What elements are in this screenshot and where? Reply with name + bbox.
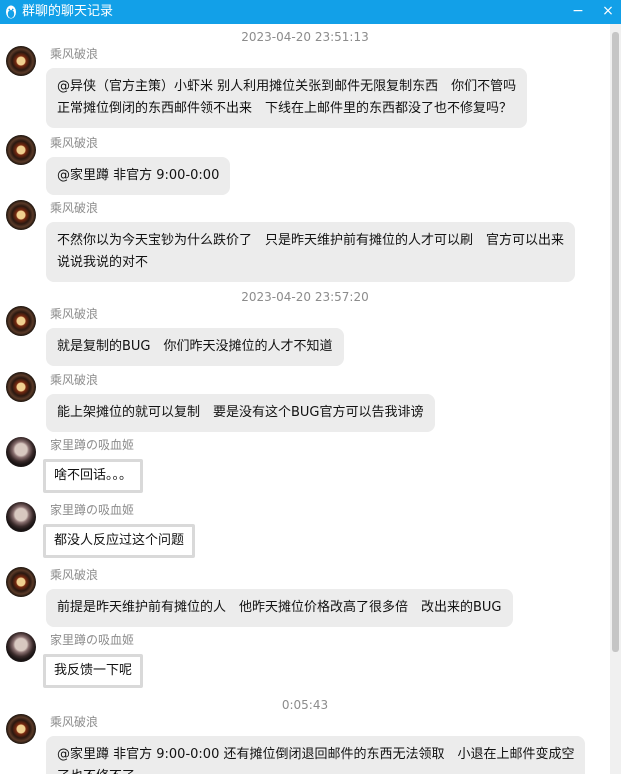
sender-avatar[interactable]: [6, 135, 36, 165]
message-text-line: 前提是昨天维护前有摊位的人 他昨天摊位价格改高了很多倍 改出来的BUG: [57, 600, 502, 615]
message-bubble[interactable]: @家里蹲 非官方 9:00-0:00 还有摊位倒闭退回邮件的东西无法领取 小退在…: [46, 736, 586, 774]
message-text-line: 我反馈一下呢: [54, 663, 133, 678]
message-timestamp: 2023-04-20 23:57:20: [241, 290, 369, 304]
message-text-line: 能上架摊位的就可以复制 要是没有这个BUG官方可以告我诽谤: [57, 405, 424, 420]
message-text-line: 正常摊位倒闭的东西邮件领不出来 下线在上邮件里的东西都没了也不修复吗？: [57, 101, 513, 116]
chat-history[interactable]: 2023-04-20 23:51:13 乘风破浪 @异侠（官方主策）小虾米 别人…: [0, 24, 610, 774]
message-bubble[interactable]: 不然你以为今天宝钞为什么跌价了 只是昨天维护前有摊位的人才可以刷 官方可以出来 …: [46, 222, 576, 282]
message-text-line: 说说我说的对不: [57, 255, 149, 270]
sender-avatar[interactable]: [6, 46, 36, 76]
message-timestamp: 2023-04-20 23:51:13: [241, 30, 369, 44]
sender-avatar[interactable]: [6, 714, 36, 744]
scrollbar-thumb[interactable]: [612, 32, 619, 652]
sender-avatar[interactable]: [6, 372, 36, 402]
sender-name: 乘风破浪: [50, 201, 99, 215]
sender-name: 家里蹲の吸血姬: [50, 633, 135, 647]
sender-name: 乘风破浪: [50, 307, 99, 321]
sender-name: 家里蹲の吸血姬: [50, 503, 135, 517]
message-bubble[interactable]: 能上架摊位的就可以复制 要是没有这个BUG官方可以告我诽谤: [46, 394, 435, 432]
message-bubble[interactable]: @异侠（官方主策）小虾米 别人利用摊位关张到邮件无限复制东西 你们不管吗 正常摊…: [46, 68, 528, 128]
sender-avatar[interactable]: [6, 567, 36, 597]
sender-name: 家里蹲の吸血姬: [50, 438, 135, 452]
message-text-line: 都没人反应过这个问题: [54, 533, 185, 548]
message-bubble[interactable]: 前提是昨天维护前有摊位的人 他昨天摊位价格改高了很多倍 改出来的BUG: [46, 589, 513, 627]
message-text-line: 不然你以为今天宝钞为什么跌价了 只是昨天维护前有摊位的人才可以刷 官方可以出来: [57, 233, 565, 248]
message-text-line: @家里蹲 非官方 9:00-0:00: [57, 168, 220, 183]
message-text-line: @异侠（官方主策）小虾米 别人利用摊位关张到邮件无限复制东西 你们不管吗: [57, 79, 517, 94]
sender-name: 乘风破浪: [50, 715, 99, 729]
title-bar: 群聊的聊天记录 − ×: [0, 0, 621, 24]
vertical-scrollbar[interactable]: [610, 24, 621, 774]
message-bubble[interactable]: 我反馈一下呢: [43, 654, 144, 688]
message-text-line: 了也不修不了: [57, 766, 574, 774]
window-title: 群聊的聊天记录: [22, 4, 114, 19]
qq-penguin-icon: [6, 5, 16, 19]
sender-name: 乘风破浪: [50, 136, 99, 150]
close-button[interactable]: ×: [596, 0, 620, 24]
message-bubble[interactable]: 都没人反应过这个问题: [43, 524, 196, 558]
sender-avatar[interactable]: [6, 306, 36, 336]
sender-avatar[interactable]: [6, 437, 36, 467]
sender-avatar[interactable]: [6, 502, 36, 532]
message-text-line: 啥不回话。。。: [54, 468, 133, 483]
sender-avatar[interactable]: [6, 200, 36, 230]
minimize-button[interactable]: −: [566, 0, 590, 24]
sender-avatar[interactable]: [6, 632, 36, 662]
sender-name: 乘风破浪: [50, 373, 99, 387]
sender-name: 乘风破浪: [50, 568, 99, 582]
message-text-line: 就是复制的BUG 你们昨天没摊位的人才不知道: [57, 339, 333, 354]
message-bubble[interactable]: 啥不回话。。。: [43, 459, 144, 493]
sender-name: 乘风破浪: [50, 47, 99, 61]
message-timestamp: 0:05:43: [281, 698, 329, 712]
message-text-line: @家里蹲 非官方 9:00-0:00 还有摊位倒闭退回邮件的东西无法领取 小退在…: [57, 747, 575, 762]
message-bubble[interactable]: 就是复制的BUG 你们昨天没摊位的人才不知道: [46, 328, 344, 366]
message-bubble[interactable]: @家里蹲 非官方 9:00-0:00: [46, 157, 231, 195]
